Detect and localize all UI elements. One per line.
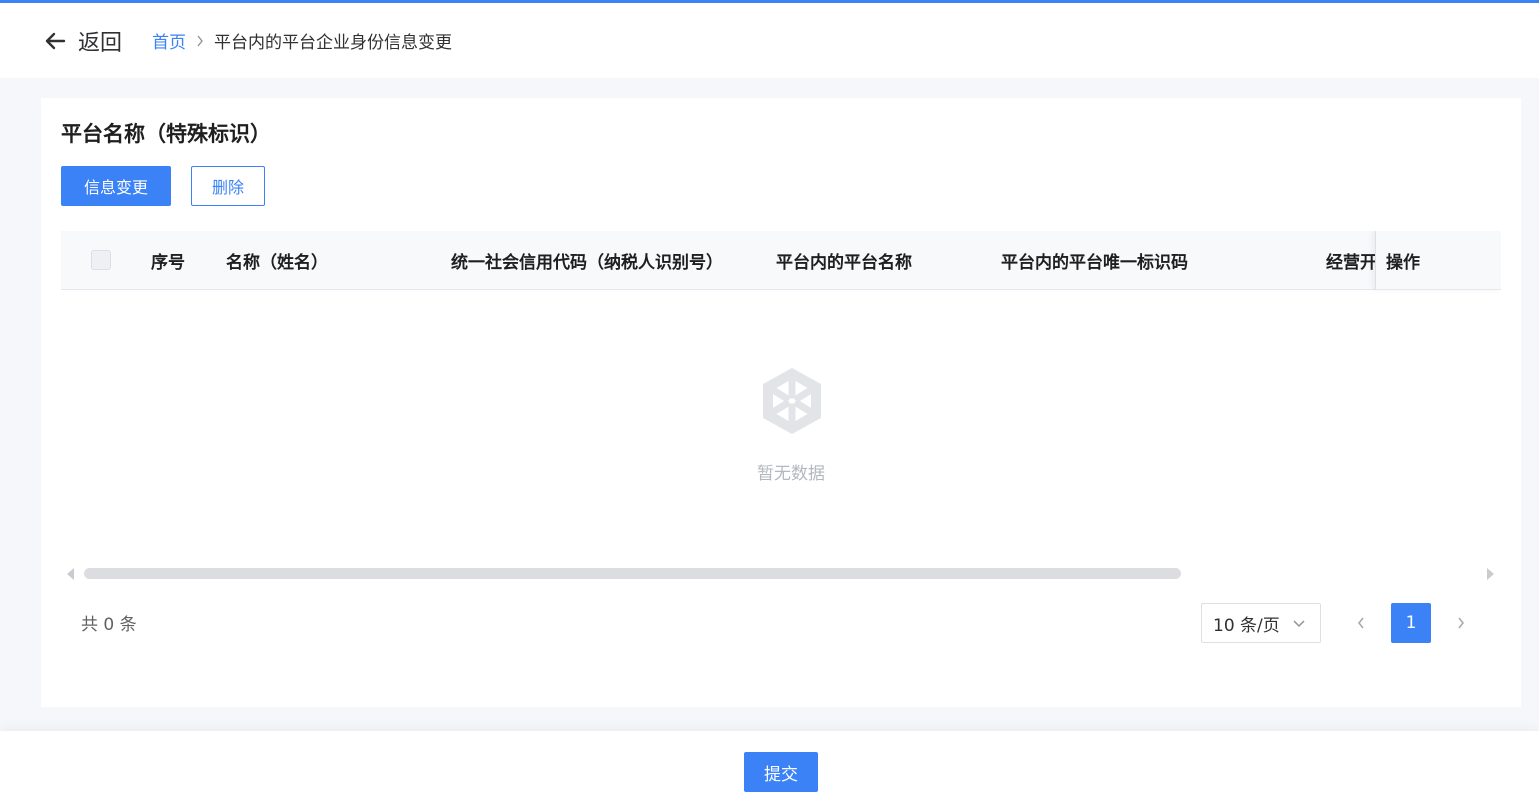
breadcrumb-current: 平台内的平台企业身份信息变更 [214, 33, 453, 53]
page-size-value: 10 条/页 [1213, 615, 1280, 636]
chevron-left-icon [1357, 617, 1364, 629]
chevron-right-icon [196, 35, 204, 47]
arrow-left-icon[interactable] [42, 28, 68, 54]
scroll-right-arrow[interactable] [1487, 568, 1494, 580]
section-title: 平台名称（特殊标识） [61, 122, 271, 146]
select-all-checkbox[interactable] [91, 250, 111, 270]
breadcrumb-home[interactable]: 首页 [152, 28, 186, 53]
table-header: 序号 名称（姓名） 统一社会信用代码（纳税人识别号） 平台内的平台名称 平台内的… [61, 231, 1501, 290]
horizontal-scrollbar[interactable] [84, 568, 1181, 579]
prev-page-button[interactable] [1351, 611, 1371, 635]
column-header-name: 名称（姓名） [226, 253, 328, 273]
column-header-platform-name: 平台内的平台名称 [776, 253, 912, 273]
page-footer: 提交 [0, 731, 1539, 806]
content-card: 平台名称（特殊标识） 信息变更 删除 序号 名称（姓名） 统一社会信用代码（纳税… [41, 98, 1521, 707]
data-table: 序号 名称（姓名） 统一社会信用代码（纳税人识别号） 平台内的平台名称 平台内的… [61, 231, 1501, 576]
empty-box-icon [763, 368, 821, 434]
page-number-1[interactable]: 1 [1391, 603, 1431, 643]
page-header: 返回 首页 平台内的平台企业身份信息变更 [0, 3, 1539, 78]
column-header-platform-id: 平台内的平台唯一标识码 [1001, 253, 1188, 273]
next-page-button[interactable] [1451, 611, 1471, 635]
total-count: 共 0 条 [81, 615, 137, 635]
scroll-left-arrow[interactable] [67, 568, 74, 580]
column-header-actions: 操作 [1375, 231, 1501, 290]
info-change-button[interactable]: 信息变更 [61, 166, 171, 206]
submit-button[interactable]: 提交 [744, 752, 818, 792]
chevron-down-icon [1293, 620, 1305, 628]
column-header-business: 经营开 [1326, 253, 1375, 273]
back-button[interactable]: 返回 [78, 25, 122, 57]
page-size-select[interactable]: 10 条/页 [1201, 603, 1321, 643]
column-header-credit-code: 统一社会信用代码（纳税人识别号） [451, 253, 723, 273]
column-header-index: 序号 [151, 253, 185, 273]
empty-state-text: 暂无数据 [757, 464, 825, 484]
chevron-right-icon [1458, 617, 1465, 629]
delete-button[interactable]: 删除 [191, 166, 265, 206]
